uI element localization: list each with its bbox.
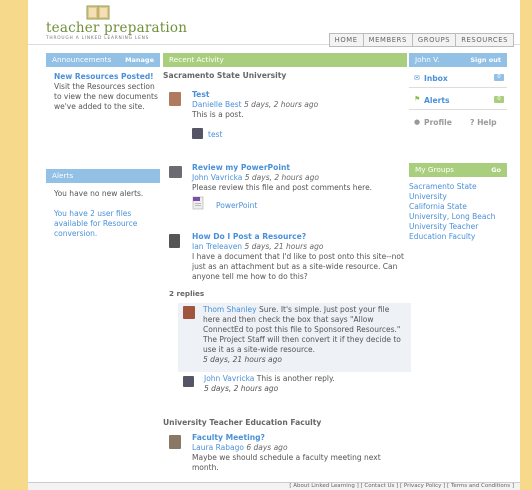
avatar[interactable] <box>183 306 195 319</box>
left-rail <box>0 0 28 490</box>
group-heading-faculty: University Teacher Education Faculty <box>163 418 322 427</box>
footer-links[interactable]: [ About Linked Learning ] [ Contact Us ]… <box>28 482 520 490</box>
post-time: 5 days, 21 hours ago <box>244 242 324 251</box>
signout-link[interactable]: Sign out <box>470 53 501 67</box>
post-author[interactable]: Ian Treleaven <box>192 242 242 251</box>
reply-thom: Thom Shanley Sure. It's simple. Just pos… <box>178 303 411 372</box>
profile-help-row: ● Profile ? Help <box>409 113 507 132</box>
replies-count: 2 replies <box>169 289 205 298</box>
post-author[interactable]: Laura Rabago <box>192 443 244 452</box>
alerts-count-badge: 0 <box>494 96 504 103</box>
reply-time: 5 days, 2 hours ago <box>204 384 279 393</box>
post-how-to-resource: How Do I Post a Resource? Ian Treleaven … <box>192 232 404 282</box>
post-body: I have a document that I'd like to post … <box>192 252 404 281</box>
reply-author[interactable]: Thom Shanley <box>203 305 257 314</box>
profile-icon: ● <box>414 118 421 126</box>
alerts-none-text: You have no new alerts. <box>54 189 144 198</box>
nav-members[interactable]: MEMBERS <box>362 33 412 47</box>
profile-link[interactable]: Profile <box>424 118 452 127</box>
main-nav: HOME MEMBERS GROUPS RESOURCES <box>328 33 514 47</box>
avatar[interactable] <box>169 166 182 178</box>
reply-john: John Vavricka This is another reply. 5 d… <box>204 374 404 394</box>
post-body: Please review this file and post comment… <box>192 183 373 192</box>
group-heading-sacramento: Sacramento State University <box>163 71 287 80</box>
inbox-item[interactable]: ✉ Inbox 0 <box>409 69 507 88</box>
announcement-text: Visit the Resources section to view the … <box>54 82 158 111</box>
page: teacher preparation THROUGH A LINKED LEA… <box>28 0 520 490</box>
right-rail <box>520 0 532 490</box>
post-body: This is a post. <box>192 110 244 119</box>
post-author[interactable]: John Vavricka <box>192 173 242 182</box>
groups-go-link[interactable]: Go <box>491 163 501 177</box>
help-label: Help <box>477 118 497 127</box>
avatar[interactable] <box>192 128 203 139</box>
manage-link[interactable]: Manage <box>125 53 154 67</box>
nav-resources[interactable]: RESOURCES <box>455 33 514 47</box>
group-link[interactable]: California State University, Long Beach <box>409 202 509 222</box>
reply-content: Thom Shanley Sure. It's simple. Just pos… <box>203 305 408 365</box>
logo-subtitle: THROUGH A LINKED LEARNING LENS <box>46 36 150 41</box>
nav-groups[interactable]: GROUPS <box>411 33 456 47</box>
user-header: John V. Sign out <box>409 53 507 67</box>
announcement-lead-link[interactable]: New Resources Posted! <box>54 72 154 81</box>
announcement-body: New Resources Posted! Visit the Resource… <box>54 72 158 112</box>
post-time: 5 days, 2 hours ago <box>244 100 319 109</box>
inbox-label: Inbox <box>424 74 448 83</box>
user-name: John V. <box>415 55 440 64</box>
post-title[interactable]: Faculty Meeting? <box>192 433 404 443</box>
site-header: teacher preparation THROUGH A LINKED LEA… <box>28 0 520 47</box>
alerts-title: Alerts <box>52 171 74 180</box>
post-faculty-meeting: Faculty Meeting? Laura Rabago 6 days ago… <box>192 433 404 473</box>
help-icon: ? <box>470 118 475 127</box>
my-groups-header: My Groups Go <box>409 163 507 177</box>
alerts-item[interactable]: ⚑ Alerts 0 <box>409 91 507 110</box>
avatar[interactable] <box>169 92 181 106</box>
group-link[interactable]: University Teacher Education Faculty <box>409 222 509 242</box>
help-link[interactable]: ? Help <box>470 118 497 127</box>
post-time: 6 days ago <box>246 443 288 452</box>
post-test: Test Danielle Best 5 days, 2 hours ago T… <box>192 90 404 120</box>
my-groups-title: My Groups <box>415 165 454 174</box>
alerts-files-link[interactable]: You have 2 user files available for Reso… <box>54 209 158 239</box>
alerts-header: Alerts <box>46 169 160 183</box>
avatar[interactable] <box>169 234 180 248</box>
post-author[interactable]: Danielle Best <box>192 100 242 109</box>
post-powerpoint: Review my PowerPoint John Vavricka 5 day… <box>192 163 404 193</box>
book-logo-icon <box>86 5 110 20</box>
my-groups-list: Sacramento State University California S… <box>409 182 509 242</box>
post-title[interactable]: How Do I Post a Resource? <box>192 232 404 242</box>
post-title[interactable]: Test <box>192 90 404 100</box>
group-link[interactable]: Sacramento State University <box>409 182 509 202</box>
reply-time: 5 days, 21 hours ago <box>203 355 282 364</box>
inbox-count-badge: 0 <box>494 74 504 81</box>
recent-activity-header: Recent Activity <box>163 53 407 67</box>
avatar[interactable] <box>169 435 181 449</box>
post-title[interactable]: Review my PowerPoint <box>192 163 404 173</box>
recent-activity-title: Recent Activity <box>169 55 224 64</box>
nav-home[interactable]: HOME <box>328 33 363 47</box>
attachment-link[interactable]: PowerPoint <box>216 201 257 210</box>
logo-title[interactable]: teacher preparation <box>46 20 187 36</box>
attachment-link[interactable]: test <box>208 130 222 139</box>
inbox-icon: ✉ <box>414 74 420 82</box>
alerts-label: Alerts <box>424 96 450 105</box>
reply-author[interactable]: John Vavricka <box>204 374 254 383</box>
post-body: Maybe we should schedule a faculty meeti… <box>192 453 381 472</box>
announcements-title: Announcements <box>52 55 112 64</box>
avatar[interactable] <box>183 376 194 387</box>
powerpoint-file-icon[interactable] <box>192 196 204 210</box>
reply-body: This is another reply. <box>256 374 335 383</box>
alert-flag-icon: ⚑ <box>414 95 421 103</box>
announcements-header: Announcements Manage <box>46 53 160 67</box>
post-time: 5 days, 2 hours ago <box>244 173 319 182</box>
